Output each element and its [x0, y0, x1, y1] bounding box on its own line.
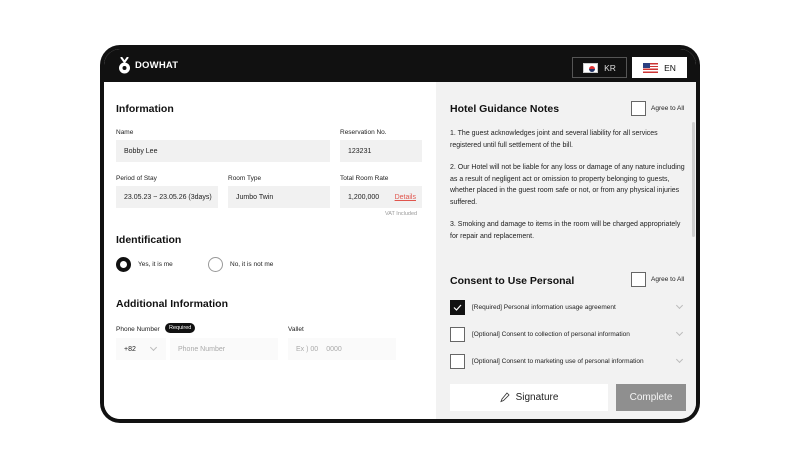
language-kr-label: KR — [604, 62, 616, 73]
guidance-agree-all-label: Agree to All — [651, 105, 685, 112]
vallet-placeholder-num: 0000 — [326, 345, 342, 353]
consent-item-2-label: [Optional] Consent to collection of pers… — [472, 331, 630, 338]
period-label: Period of Stay — [116, 175, 157, 182]
rate-field[interactable]: 1,200,000 Details — [340, 186, 422, 208]
signature-label: Signature — [515, 392, 559, 403]
consent-agree-all-label: Agree to All — [651, 276, 685, 283]
vallet-label: Vallet — [288, 326, 304, 333]
vallet-placeholder-prefix: Ex ) 00 — [296, 345, 319, 353]
agreement-panel: Hotel Guidance Notes Agree to All 1. The… — [436, 82, 696, 419]
rate-value: 1,200,000 — [348, 193, 380, 201]
language-en-button[interactable]: EN — [632, 57, 687, 78]
information-title: Information — [116, 103, 174, 115]
consent-item-3-label: [Optional] Consent to marketing use of p… — [472, 358, 644, 365]
name-label: Name — [116, 129, 134, 136]
brand-logo: DOWHAT — [118, 57, 178, 74]
radio-yes[interactable] — [116, 257, 131, 272]
complete-button[interactable]: Complete — [616, 384, 686, 411]
radio-yes-label: Yes, it is me — [138, 261, 173, 268]
logo-icon — [119, 57, 130, 74]
guest-form-panel: Information Name Bobby Lee Reservation N… — [104, 82, 436, 419]
chevron-down-icon[interactable] — [675, 355, 684, 364]
phone-label: Phone Number — [116, 326, 160, 333]
check-icon — [453, 304, 462, 311]
language-kr-button[interactable]: KR — [572, 57, 627, 78]
notes-scrollbar[interactable] — [692, 122, 695, 237]
vallet-input[interactable]: Ex ) 00 0000 — [288, 338, 396, 360]
consent-item-3-checkbox[interactable] — [450, 354, 465, 369]
chevron-down-icon — [149, 343, 158, 352]
period-field[interactable]: 23.05.23 ~ 23.05.26 (3days) — [116, 186, 218, 208]
signature-button[interactable]: Signature — [450, 384, 608, 411]
vat-note: VAT Included — [385, 211, 418, 217]
room-type-label: Room Type — [228, 175, 262, 182]
rate-label: Total Room Rate — [340, 175, 389, 182]
consent-item-2-checkbox[interactable] — [450, 327, 465, 342]
tablet-frame: DOWHAT KR EN Information Name Bobby Lee … — [100, 45, 700, 423]
language-en-label: EN — [664, 62, 676, 73]
chevron-down-icon[interactable] — [675, 328, 684, 337]
app-screen: DOWHAT KR EN Information Name Bobby Lee … — [104, 49, 696, 419]
pen-icon — [499, 392, 510, 403]
reservation-field[interactable]: 123231 — [340, 140, 422, 162]
details-link[interactable]: Details — [395, 194, 416, 201]
consent-item-1-checkbox[interactable] — [450, 300, 465, 315]
guidance-agree-all-checkbox[interactable] — [631, 101, 646, 116]
radio-no-label: No, it is not me — [230, 261, 274, 268]
flag-kr-icon — [583, 62, 599, 73]
guidance-note-1: 1. The guest acknowledges joint and seve… — [450, 130, 658, 149]
top-bar: DOWHAT KR EN — [104, 49, 696, 82]
chevron-down-icon[interactable] — [675, 301, 684, 310]
guidance-title: Hotel Guidance Notes — [450, 103, 560, 115]
room-type-field[interactable]: Jumbo Twin — [228, 186, 330, 208]
guidance-notes: 1. The guest acknowledges joint and seve… — [450, 128, 686, 253]
additional-title: Additional Information — [116, 298, 228, 310]
guidance-note-2: 2. Our Hotel will not be liable for any … — [450, 164, 685, 206]
phone-input[interactable]: Phone Number — [170, 338, 278, 360]
consent-item-1-label: [Required] Personal information usage ag… — [472, 304, 616, 311]
identification-title: Identification — [116, 234, 182, 246]
country-code-select[interactable]: +82 — [116, 338, 166, 360]
radio-no[interactable] — [208, 257, 223, 272]
reservation-label: Reservation No. — [340, 129, 387, 136]
name-field[interactable]: Bobby Lee — [116, 140, 330, 162]
consent-agree-all-checkbox[interactable] — [631, 272, 646, 287]
guidance-note-3: 3. Smoking and damage to items in the ro… — [450, 221, 681, 240]
consent-title: Consent to Use Personal — [450, 275, 575, 287]
country-code-value: +82 — [124, 345, 136, 353]
brand-name: DOWHAT — [135, 60, 179, 71]
required-badge: Required — [165, 323, 196, 333]
flag-us-icon — [643, 62, 659, 73]
